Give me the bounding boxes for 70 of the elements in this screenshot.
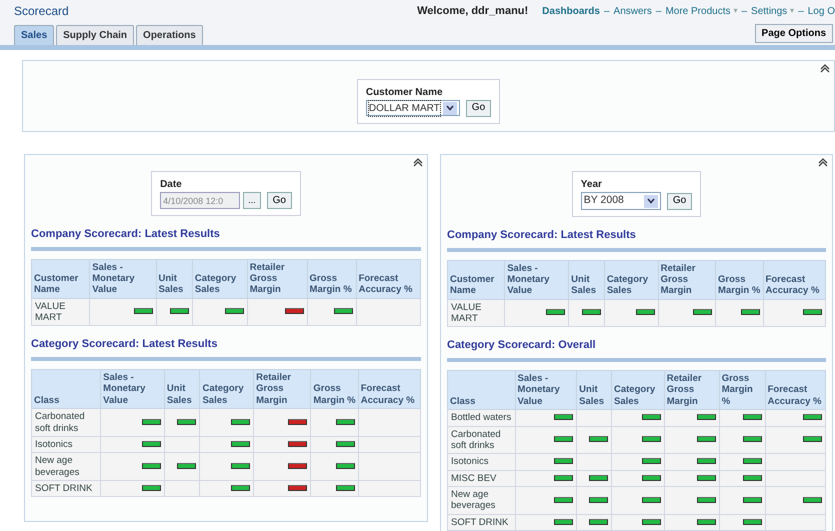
tab[interactable]: Sales bbox=[14, 25, 54, 45]
year-select[interactable]: BY 2008 bbox=[580, 192, 661, 210]
column-header: Sales - Monetary Value bbox=[90, 259, 156, 298]
table-cell: VALUE MART bbox=[32, 298, 90, 326]
column-header: Unit Sales bbox=[576, 370, 612, 410]
column-header: Sales - Monetary Value bbox=[515, 370, 577, 410]
column-header: Unit Sales bbox=[568, 260, 604, 300]
column-header: Class bbox=[448, 370, 516, 410]
table-cell: MISC BEV bbox=[448, 470, 516, 487]
column-header: Sales - Monetary Value bbox=[504, 260, 569, 300]
nav-link[interactable]: More Products bbox=[665, 4, 730, 18]
go-button[interactable]: Go bbox=[666, 192, 692, 210]
nav-link[interactable]: Answers bbox=[614, 4, 652, 18]
column-header: Forecast Accuracy % bbox=[765, 370, 826, 410]
table-cell: VALUE MART bbox=[448, 299, 505, 327]
date-picker-button[interactable]: ... bbox=[243, 192, 261, 209]
column-header: Forecast Accuracy % bbox=[358, 369, 420, 409]
page-options-button[interactable]: Page Options bbox=[754, 24, 833, 43]
nav-link[interactable]: Log O bbox=[808, 4, 835, 18]
prompt-label: Year bbox=[580, 178, 603, 192]
welcome-text: Welcome, ddr_manu! bbox=[417, 4, 528, 19]
table-cell: Carbonated soft drinks bbox=[32, 408, 101, 436]
column-header: Category Sales bbox=[192, 259, 248, 298]
table-cell: New age beverages bbox=[448, 486, 516, 514]
column-header: Category Sales bbox=[200, 369, 254, 409]
column-header: Retailer Gross Margin bbox=[664, 370, 720, 410]
separator-dash: – bbox=[604, 4, 610, 18]
table-cell: SOFT DRINK bbox=[32, 480, 101, 497]
tab[interactable]: Supply Chain bbox=[56, 25, 134, 45]
column-header: Retailer Gross Margin bbox=[247, 259, 308, 298]
column-header: Gross Margin % bbox=[310, 369, 358, 409]
column-header: Gross Margin % bbox=[716, 260, 764, 300]
column-header: Customer Name bbox=[32, 259, 90, 298]
tab[interactable]: Operations bbox=[136, 25, 203, 45]
nav-link[interactable]: Settings bbox=[751, 4, 788, 18]
collapse-icon[interactable] bbox=[413, 158, 423, 167]
column-header: Category Sales bbox=[604, 260, 658, 300]
separator-dash: – bbox=[741, 4, 748, 18]
table-cell: Bottled waters bbox=[448, 410, 516, 426]
prompt-label: Date bbox=[160, 178, 183, 192]
section-title: Company Scorecard: Latest Results bbox=[31, 226, 421, 250]
column-header: Sales - Monetary Value bbox=[100, 369, 164, 409]
separator-dash: – bbox=[798, 4, 804, 18]
table-cell: Isotonics bbox=[448, 454, 516, 470]
column-header: Retailer Gross Margin bbox=[658, 260, 716, 300]
prompt-label: Customer Name bbox=[366, 86, 444, 100]
column-header: Gross Margin % bbox=[719, 370, 766, 410]
column-header: Forecast Accuracy % bbox=[763, 260, 826, 300]
table-cell: Carbonated soft drinks bbox=[448, 426, 516, 454]
page-title: Scorecard bbox=[14, 3, 69, 20]
nav-link[interactable]: Dashboards bbox=[542, 4, 600, 18]
collapse-icon[interactable] bbox=[820, 64, 830, 73]
table-cell: SOFT DRINK bbox=[448, 514, 516, 531]
collapse-icon[interactable] bbox=[818, 158, 828, 167]
column-header: Category Sales bbox=[612, 370, 664, 410]
go-button[interactable]: Go bbox=[266, 192, 292, 209]
column-header: Unit Sales bbox=[156, 259, 192, 298]
section-title: Company Scorecard: Latest Results bbox=[447, 227, 826, 252]
column-header: Gross Margin % bbox=[307, 259, 356, 298]
column-header: Unit Sales bbox=[164, 369, 200, 409]
table-cell: Isotonics bbox=[32, 436, 101, 453]
section-title: Category Scorecard: Latest Results bbox=[31, 336, 421, 361]
separator-dash: – bbox=[656, 4, 662, 18]
column-header: Customer Name bbox=[448, 260, 505, 300]
column-header: Forecast Accuracy % bbox=[356, 259, 420, 298]
section-title: Category Scorecard: Overall bbox=[447, 337, 826, 362]
table-cell: New age beverages bbox=[32, 452, 101, 481]
column-header: Retailer Gross Margin bbox=[254, 369, 311, 409]
go-button[interactable]: Go bbox=[466, 100, 492, 116]
column-header: Class bbox=[32, 369, 101, 409]
